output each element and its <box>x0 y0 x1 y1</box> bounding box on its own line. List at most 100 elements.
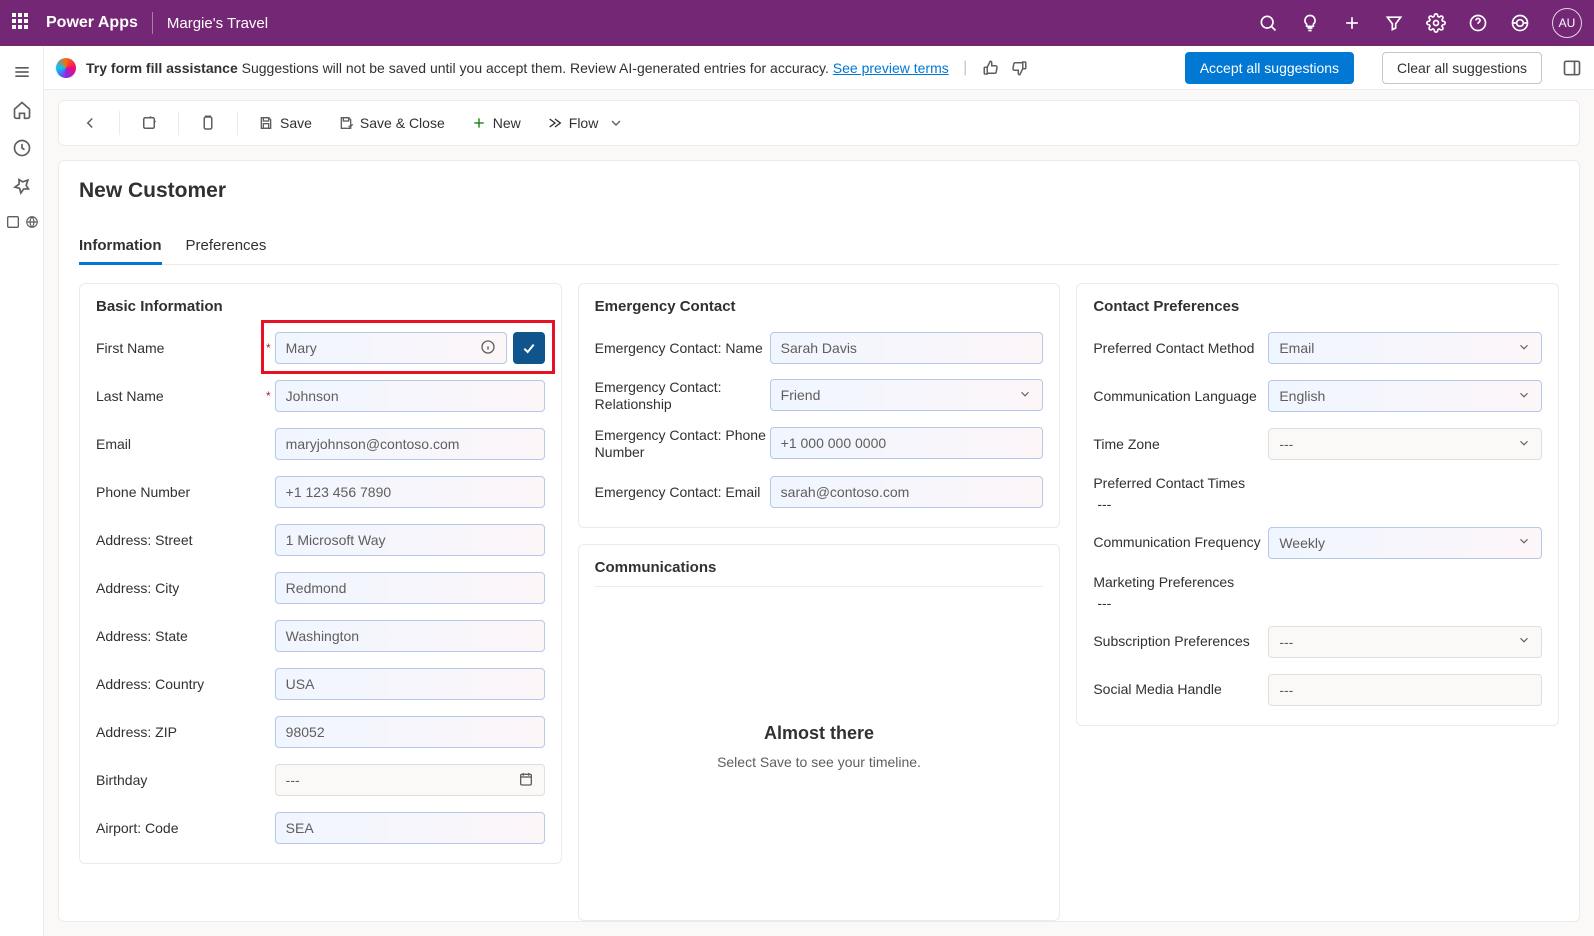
input-email[interactable]: maryjohnson@contoso.com <box>275 428 545 460</box>
select-ec-relationship[interactable]: Friend <box>770 379 1044 411</box>
input-last-name[interactable]: Johnson <box>275 380 545 412</box>
section-emergency: Emergency Contact Emergency Contact: Nam… <box>578 283 1061 528</box>
pin-icon[interactable] <box>12 176 32 196</box>
tab-preferences[interactable]: Preferences <box>186 229 267 264</box>
save-button[interactable]: Save <box>248 109 322 137</box>
section-heading: Basic Information <box>96 298 545 315</box>
preview-terms-link[interactable]: See preview terms <box>833 60 949 76</box>
label-birthday: Birthday <box>96 772 266 789</box>
input-social[interactable]: --- <box>1268 674 1542 706</box>
hamburger-icon[interactable] <box>12 62 32 82</box>
save-close-button[interactable]: Save & Close <box>328 109 455 137</box>
timeline-empty-title: Almost there <box>605 723 1034 744</box>
timeline-empty-text: Select Save to see your timeline. <box>605 754 1034 770</box>
left-nav-rail <box>0 46 44 936</box>
label-ec-rel: Emergency Contact: Relationship <box>595 379 770 413</box>
input-phone[interactable]: +1 123 456 7890 <box>275 476 545 508</box>
label-ec-email: Emergency Contact: Email <box>595 484 770 501</box>
select-tz[interactable]: --- <box>1268 428 1542 460</box>
value-marketing[interactable]: --- <box>1093 595 1111 611</box>
label-tz: Time Zone <box>1093 436 1268 453</box>
label-last-name: Last Name <box>96 388 266 405</box>
home-icon[interactable] <box>12 100 32 120</box>
input-ec-phone[interactable]: +1 000 000 0000 <box>770 427 1044 459</box>
section-heading: Communications <box>595 559 1044 587</box>
info-icon[interactable] <box>480 339 496 358</box>
calendar-icon[interactable] <box>518 771 534 790</box>
new-button[interactable]: New <box>461 109 531 137</box>
accept-all-button[interactable]: Accept all suggestions <box>1185 52 1354 84</box>
value-times[interactable]: --- <box>1093 496 1111 512</box>
entity-icon <box>5 214 21 230</box>
label-lang: Communication Language <box>1093 388 1268 405</box>
user-avatar[interactable]: AU <box>1552 8 1582 38</box>
filter-icon[interactable] <box>1384 13 1404 33</box>
select-method[interactable]: Email <box>1268 332 1542 364</box>
label-zip: Address: ZIP <box>96 724 266 741</box>
notification-bar: Try form fill assistance Suggestions wil… <box>44 46 1594 90</box>
section-basic: Basic Information First Name * Mary <box>79 283 562 864</box>
thumbs-down-icon[interactable] <box>1010 59 1028 77</box>
required-marker: * <box>266 341 271 355</box>
copilot-panel-icon[interactable] <box>1562 58 1582 78</box>
add-icon[interactable] <box>1342 13 1362 33</box>
back-button[interactable] <box>71 108 109 138</box>
clear-all-button[interactable]: Clear all suggestions <box>1382 52 1542 84</box>
chevron-down-icon <box>1517 534 1531 551</box>
help-icon[interactable] <box>1468 13 1488 33</box>
select-lang[interactable]: English <box>1268 380 1542 412</box>
required-marker: * <box>266 389 271 403</box>
sidebar-item-active[interactable] <box>0 214 39 230</box>
clipboard-button[interactable] <box>189 108 227 138</box>
link-icon[interactable] <box>1510 13 1530 33</box>
input-street[interactable]: 1 Microsoft Way <box>275 524 545 556</box>
label-method: Preferred Contact Method <box>1093 340 1268 357</box>
form-card: New Customer Information Preferences Bas… <box>58 160 1580 922</box>
globe-icon <box>25 215 39 229</box>
chevron-down-icon <box>1018 387 1032 404</box>
environment-name[interactable]: Margie's Travel <box>167 15 268 32</box>
input-first-name[interactable]: Mary <box>275 332 507 364</box>
recent-icon[interactable] <box>12 138 32 158</box>
label-state: Address: State <box>96 628 266 645</box>
section-communications: Communications Almost there Select Save … <box>578 544 1061 921</box>
input-state[interactable]: Washington <box>275 620 545 652</box>
command-bar: Save Save & Close New Flow <box>58 100 1580 146</box>
label-airport: Airport: Code <box>96 820 266 837</box>
chevron-down-icon <box>1517 388 1531 405</box>
input-birthday[interactable]: --- <box>275 764 545 796</box>
label-social: Social Media Handle <box>1093 681 1268 698</box>
label-phone: Phone Number <box>96 484 266 501</box>
label-freq: Communication Frequency <box>1093 534 1268 551</box>
select-freq[interactable]: Weekly <box>1268 527 1542 559</box>
product-name: Power Apps <box>46 14 138 32</box>
form-tabs: Information Preferences <box>79 229 1559 265</box>
search-icon[interactable] <box>1258 13 1278 33</box>
chevron-down-icon <box>1517 436 1531 453</box>
section-heading: Contact Preferences <box>1093 298 1542 315</box>
input-zip[interactable]: 98052 <box>275 716 545 748</box>
input-ec-email[interactable]: sarah@contoso.com <box>770 476 1044 508</box>
header-divider <box>152 12 153 34</box>
notification-text: Try form fill assistance Suggestions wil… <box>86 60 949 76</box>
input-country[interactable]: USA <box>275 668 545 700</box>
gear-icon[interactable] <box>1426 13 1446 33</box>
thumbs-up-icon[interactable] <box>982 59 1000 77</box>
tab-information[interactable]: Information <box>79 229 162 265</box>
label-email: Email <box>96 436 266 453</box>
label-times: Preferred Contact Times <box>1093 475 1245 492</box>
input-ec-name[interactable]: Sarah Davis <box>770 332 1044 364</box>
label-ec-phone: Emergency Contact: Phone Number <box>595 427 770 461</box>
label-ec-name: Emergency Contact: Name <box>595 340 770 357</box>
label-city: Address: City <box>96 580 266 597</box>
app-launcher-icon[interactable] <box>12 13 32 33</box>
label-first-name: First Name <box>96 340 266 357</box>
input-airport[interactable]: SEA <box>275 812 545 844</box>
accept-suggestion-button[interactable] <box>513 332 545 364</box>
page-title: New Customer <box>79 179 1559 203</box>
flow-button[interactable]: Flow <box>537 109 635 137</box>
open-new-window-button[interactable] <box>130 108 168 138</box>
lightbulb-icon[interactable] <box>1300 13 1320 33</box>
input-city[interactable]: Redmond <box>275 572 545 604</box>
select-sub[interactable]: --- <box>1268 626 1542 658</box>
